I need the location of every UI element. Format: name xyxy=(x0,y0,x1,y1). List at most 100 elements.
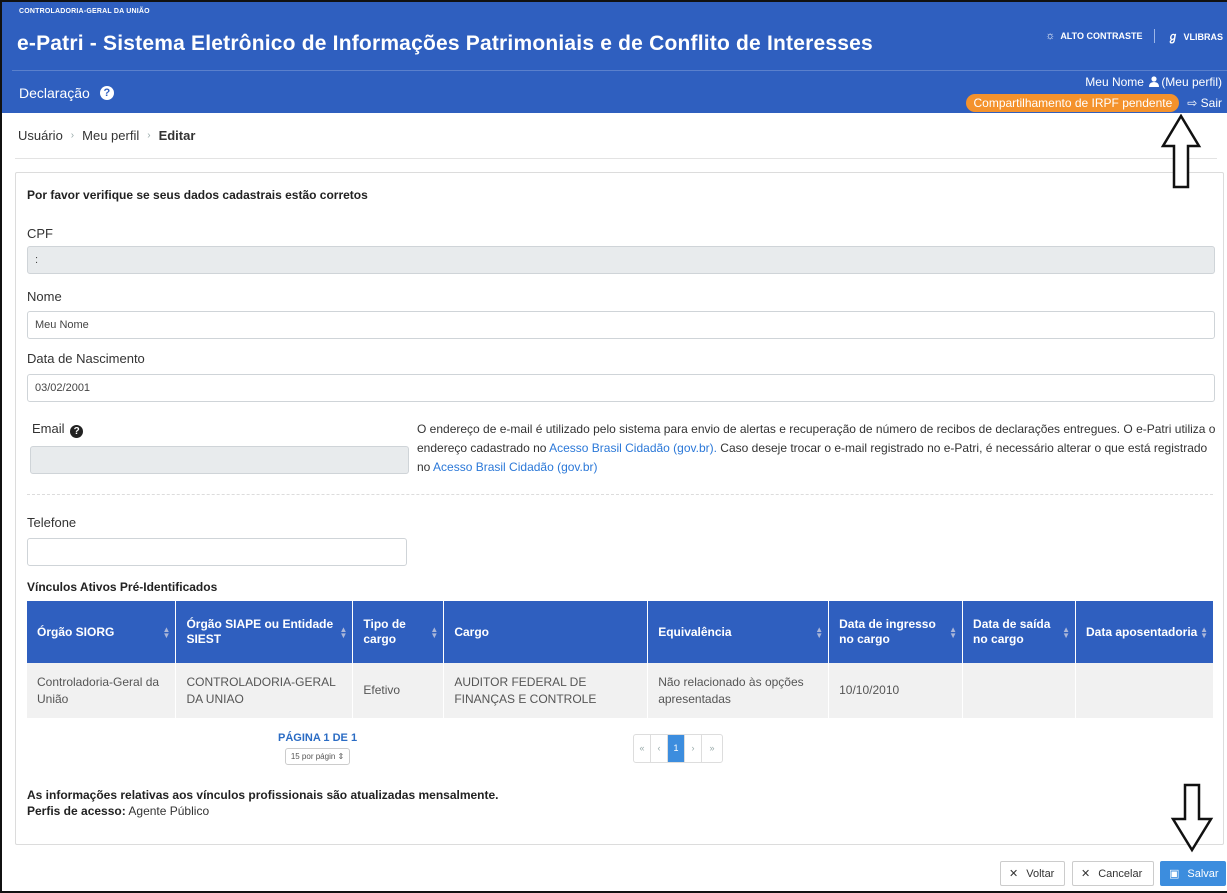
section-label[interactable]: Declaração xyxy=(19,85,90,101)
close-icon: ✕ xyxy=(1009,868,1019,880)
form-intro: Por favor verifique se seus dados cadast… xyxy=(27,188,368,202)
column-header[interactable]: Órgão SIAPE ou Entidade SIEST ▲ ▼ xyxy=(175,601,354,663)
breadcrumb-divider xyxy=(15,158,1217,159)
telefone-field[interactable] xyxy=(27,538,407,566)
vinculos-title: Vínculos Ativos Pré-Identificados xyxy=(27,580,218,594)
sort-icon[interactable]: ▲ ▼ xyxy=(1062,626,1070,640)
breadcrumb-meu-perfil[interactable]: Meu perfil xyxy=(82,128,139,143)
sort-icon[interactable]: ▲ ▼ xyxy=(339,626,347,640)
column-header[interactable]: Data aposentadoria ▲ ▼ xyxy=(1075,601,1215,663)
column-label: Data de ingresso no cargo xyxy=(839,617,936,646)
email-help-text: O endereço de e-mail é utilizado pelo si… xyxy=(417,420,1217,477)
cancel-label: Cancelar xyxy=(1098,867,1143,880)
vinculos-table: Órgão SIORG ▲ ▼ Órgão SIAPE ou Entidade SI… xyxy=(27,601,1215,718)
column-header[interactable]: Data de saída no cargo ▲ ▼ xyxy=(962,601,1076,663)
app-title[interactable]: e-Patri - Sistema Eletrônico de Informaç… xyxy=(17,32,873,56)
contrast-icon: ☼ xyxy=(1045,30,1056,42)
per-page-value: 15 por págin xyxy=(290,752,336,761)
nome-label: Nome xyxy=(27,289,62,304)
email-label: Email xyxy=(32,421,65,436)
page-1-button[interactable]: 1 xyxy=(668,735,685,762)
cell-data-saida xyxy=(962,663,1076,718)
help-icon[interactable]: ? xyxy=(70,425,84,438)
nome-field[interactable]: Meu Nome xyxy=(27,311,1215,339)
logout-icon: ⇨ xyxy=(1187,96,1201,110)
next-page-button[interactable]: › xyxy=(685,735,702,762)
close-icon: ✕ xyxy=(1081,868,1091,880)
user-actions: Compartilhamento de IRPF pendente ⇨ Sair xyxy=(966,94,1222,112)
monthly-update-note: As informações relativas aos vínculos pr… xyxy=(27,788,499,802)
breadcrumb: Usuário › Meu perfil › Editar xyxy=(18,128,195,143)
cell-orgao-siorg: Controladoria-Geral da União xyxy=(27,663,177,718)
column-label: Cargo xyxy=(454,624,489,639)
org-name: CONTROLADORIA-GERAL DA UNIÃO xyxy=(19,8,150,15)
telefone-label: Telefone xyxy=(27,515,77,530)
select-arrows-icon: ⇕ xyxy=(337,752,345,761)
cell-orgao-siape: CONTROLADORIA-GERAL DA UNIAO xyxy=(175,663,354,718)
sort-icon[interactable]: ▲ ▼ xyxy=(1200,626,1208,640)
user-name: Meu Nome xyxy=(1085,75,1144,89)
chevron-right-icon: › xyxy=(70,130,75,141)
sort-icon[interactable]: ▲ ▼ xyxy=(949,626,957,640)
tools-divider xyxy=(1154,29,1156,43)
high-contrast-link[interactable]: ☼ ALTO CONTRASTE xyxy=(1045,30,1142,42)
sort-icon[interactable]: ▲ ▼ xyxy=(815,626,823,640)
profiles-label: Perfis de acesso: xyxy=(27,804,126,818)
save-label: Salvar xyxy=(1187,867,1219,880)
prev-page-button[interactable]: ‹ xyxy=(651,735,668,762)
nascimento-label: Data de Nascimento xyxy=(27,351,145,366)
first-page-button[interactable]: « xyxy=(634,735,651,762)
vlibras-link[interactable]: ℊ VLIBRAS xyxy=(1167,28,1223,44)
email-label-group: Email ? xyxy=(32,421,84,438)
breadcrumb-usuario[interactable]: Usuário xyxy=(18,128,63,143)
profile-link[interactable]: (Meu perfil) xyxy=(1161,75,1222,89)
column-header[interactable]: Órgão SIORG ▲ ▼ xyxy=(27,601,177,663)
last-page-button[interactable]: » xyxy=(702,735,722,762)
sort-icon[interactable]: ▲ ▼ xyxy=(430,626,438,640)
cell-tipo-cargo: Efetivo xyxy=(352,663,445,718)
cancel-button[interactable]: ✕ Cancelar xyxy=(1072,861,1154,886)
accessibility-tools: ☼ ALTO CONTRASTE ℊ VLIBRAS xyxy=(1045,28,1223,44)
save-button[interactable]: ▣ Salvar xyxy=(1160,861,1226,886)
page-indicator: PÁGINA 1 DE 1 xyxy=(278,732,358,744)
high-contrast-label: ALTO CONTRASTE xyxy=(1060,31,1143,41)
up-arrow-annotation xyxy=(1160,114,1202,189)
section-divider xyxy=(27,494,1213,495)
column-label: Data de saída no cargo xyxy=(973,617,1051,646)
column-header[interactable]: Equivalência ▲ ▼ xyxy=(647,601,830,663)
per-page-select[interactable]: 15 por págin ⇕ xyxy=(284,748,351,765)
help-icon[interactable]: ? xyxy=(99,86,114,100)
cpf-field: : xyxy=(27,246,1215,274)
column-header[interactable]: Tipo de cargo ▲ ▼ xyxy=(352,601,445,663)
pending-irpf-badge[interactable]: Compartilhamento de IRPF pendente xyxy=(966,94,1180,112)
logout-link[interactable]: ⇨ Sair xyxy=(1187,96,1222,110)
govbr-link[interactable]: Acesso Brasil Cidadão (gov.br). xyxy=(549,441,717,455)
section-title: Declaração ? xyxy=(19,85,114,101)
header-divider xyxy=(12,70,1227,71)
sort-icon[interactable]: ▲ ▼ xyxy=(163,626,171,640)
voltar-label: Voltar xyxy=(1026,867,1055,880)
vlibras-icon: ℊ xyxy=(1167,31,1179,43)
table-header-row: Órgão SIORG ▲ ▼ Órgão SIAPE ou Entidade SI… xyxy=(27,601,1215,663)
app-header: CONTROLADORIA-GERAL DA UNIÃO e-Patri - S… xyxy=(2,2,1227,113)
cpf-label: CPF xyxy=(27,226,53,241)
column-header[interactable]: Data de ingresso no cargo ▲ ▼ xyxy=(828,601,964,663)
table-row[interactable]: Controladoria-Geral da União CONTROLADOR… xyxy=(27,663,1215,718)
cell-cargo: AUDITOR FEDERAL DE FINANÇAS E CONTROLE xyxy=(443,663,649,718)
govbr-link[interactable]: Acesso Brasil Cidadão (gov.br) xyxy=(433,460,598,474)
pagination: « ‹ 1 › » xyxy=(633,734,723,763)
page-info: PÁGINA 1 DE 1 15 por págin ⇕ xyxy=(278,732,357,765)
column-header[interactable]: Cargo xyxy=(443,601,649,663)
save-icon: ▣ xyxy=(1169,868,1180,880)
column-label: Órgão SIAPE ou Entidade SIEST xyxy=(186,617,334,646)
breadcrumb-editar: Editar xyxy=(158,128,196,143)
cell-data-ingresso: 10/10/2010 xyxy=(828,663,964,718)
down-arrow-annotation xyxy=(1170,783,1214,853)
nascimento-field[interactable]: 03/02/2001 xyxy=(27,374,1215,402)
user-menu[interactable]: Meu Nome (Meu perfil) xyxy=(1085,75,1222,89)
column-label: Data aposentadoria xyxy=(1085,624,1198,639)
voltar-button[interactable]: ✕ Voltar xyxy=(1000,861,1065,886)
column-label: Órgão SIORG xyxy=(37,624,115,639)
access-profiles: Perfis de acesso: Agente Público xyxy=(27,804,209,818)
column-label: Tipo de cargo xyxy=(363,617,406,646)
